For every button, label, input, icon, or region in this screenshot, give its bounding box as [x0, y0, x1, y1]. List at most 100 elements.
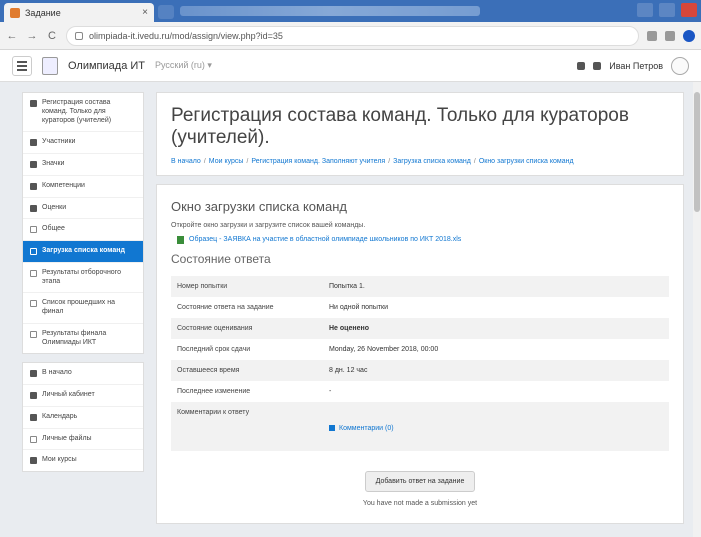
- sidebar-item-label: В начало: [42, 369, 72, 377]
- site-logo[interactable]: [42, 56, 58, 75]
- sidebar-item-my-courses[interactable]: Мои курсы: [23, 450, 143, 471]
- sidebar-item-dashboard[interactable]: Личный кабинет: [23, 385, 143, 407]
- extension-icon[interactable]: [665, 30, 675, 41]
- close-window-button[interactable]: [681, 3, 697, 17]
- table-row: Номер попытки Попытка 1.: [171, 275, 669, 297]
- sidebar-item-badges[interactable]: Значки: [23, 154, 143, 176]
- comments-toggle-icon: [329, 425, 335, 432]
- reload-button[interactable]: C: [46, 30, 58, 42]
- status-value: -: [329, 387, 332, 395]
- folder-icon: [30, 226, 37, 234]
- sidebar-item-label: Общее: [42, 225, 65, 233]
- sidebar-item-team-upload[interactable]: Загрузка списка команд: [23, 241, 143, 263]
- status-value: Не оценено: [323, 317, 669, 339]
- graduation-cap-icon: [30, 100, 37, 107]
- close-tab-icon[interactable]: ×: [142, 7, 148, 18]
- assignment-description: Откройте окно загрузки и загрузите списо…: [171, 221, 366, 229]
- check-icon: [30, 182, 37, 190]
- page-scrollbar[interactable]: [693, 82, 701, 537]
- sidebar-item-label: Регистрация состава команд. Только для к…: [42, 99, 112, 124]
- maximize-button[interactable]: [659, 3, 675, 17]
- table-row: Состояние оценивания Не оценено: [171, 317, 669, 339]
- sidebar-item-home[interactable]: В начало: [23, 363, 143, 385]
- submission-status-title: Состояние ответа: [171, 251, 271, 266]
- sidebar-item-qualifying-results[interactable]: Результаты отборочного этапа: [23, 263, 143, 294]
- sidebar-item-label: Участники: [42, 138, 76, 146]
- avatar[interactable]: [671, 56, 689, 75]
- status-key: Последнее изменение: [177, 387, 251, 395]
- user-name[interactable]: Иван Петров: [609, 61, 663, 71]
- breadcrumb-link[interactable]: Окно загрузки списка команд: [479, 158, 574, 165]
- sidebar-item-grades[interactable]: Оценки: [23, 198, 143, 220]
- comments-link[interactable]: Комментарии (0): [329, 409, 663, 444]
- status-key: Комментарии к ответу: [171, 401, 323, 451]
- status-key: Последний срок сдачи: [177, 345, 251, 353]
- sidebar-item-label: Личные файлы: [42, 434, 92, 442]
- sidebar: Регистрация состава команд. Только для к…: [22, 92, 144, 480]
- sidebar-item-label: Оценки: [42, 203, 67, 211]
- submission-actions: Добавить ответ на задание You have not m…: [171, 470, 669, 507]
- sidebar-item-course[interactable]: Регистрация состава команд. Только для к…: [23, 93, 143, 133]
- sidebar-item-private-files[interactable]: Личные файлы: [23, 429, 143, 451]
- breadcrumb-link[interactable]: Мои курсы: [209, 158, 244, 165]
- new-tab-button[interactable]: [158, 5, 174, 19]
- browser-tab-bar: Задание ×: [0, 0, 701, 22]
- table-row: Последний срок сдачи Monday, 26 November …: [171, 339, 669, 360]
- profile-icon[interactable]: [683, 29, 695, 42]
- navbar-user-area: Иван Петров: [577, 56, 689, 75]
- messages-icon[interactable]: [593, 61, 602, 70]
- breadcrumb-link[interactable]: В начало: [171, 158, 201, 165]
- submission-status-table: Номер попытки Попытка 1. Состояние ответа…: [171, 275, 669, 451]
- url-input[interactable]: olimpiada-it.ivedu.ru/mod/assign/view.ph…: [66, 25, 639, 46]
- site-name[interactable]: Олимпиада ИТ: [68, 60, 145, 72]
- sidebar-item-label: Календарь: [42, 412, 78, 420]
- attachment-filename: Образец - ЗАЯВКА на участие в областной …: [189, 236, 462, 244]
- favicon-icon: [10, 7, 20, 18]
- site-navbar: Олимпиада ИТ Русский (ru) ▾ Иван Петров: [0, 50, 701, 82]
- status-value: Monday, 26 November 2018, 00:00: [329, 345, 439, 353]
- sidebar-item-competencies[interactable]: Компетенции: [23, 176, 143, 198]
- table-row: Последнее изменение -: [171, 381, 669, 402]
- bookmark-star-icon[interactable]: [647, 30, 657, 41]
- folder-icon: [30, 248, 37, 255]
- attachment-link[interactable]: Образец - ЗАЯВКА на участие в областной …: [171, 235, 669, 244]
- dashboard-icon: [30, 392, 37, 399]
- sidebar-item-label: Список прошедших на финал: [42, 299, 115, 315]
- main-region: Регистрация состава команд. Только для к…: [156, 92, 684, 524]
- sidebar-item-finalists[interactable]: Список прошедших на финал: [23, 293, 143, 324]
- sidebar-item-calendar[interactable]: Календарь: [23, 407, 143, 429]
- breadcrumb-link[interactable]: Загрузка списка команд: [393, 158, 471, 165]
- status-key: Состояние оценивания: [171, 317, 323, 339]
- sidebar-item-label: Мои курсы: [42, 456, 77, 464]
- submission-note: You have not made a submission yet: [362, 499, 478, 507]
- browser-tab-title: Задание: [25, 7, 61, 18]
- forward-button[interactable]: →: [26, 30, 38, 42]
- language-menu[interactable]: Русский (ru) ▾: [155, 60, 212, 71]
- breadcrumb-link[interactable]: Регистрация команд. Заполняют учителя: [251, 158, 385, 165]
- browser-toolbar-right: [647, 29, 695, 42]
- status-key: Номер попытки: [171, 275, 323, 297]
- spreadsheet-file-icon: [177, 235, 184, 244]
- file-icon: [30, 435, 37, 443]
- sidebar-item-general[interactable]: Общее: [23, 219, 143, 241]
- page-header: Регистрация состава команд. Только для к…: [156, 92, 684, 176]
- folder-icon: [30, 300, 37, 308]
- sidebar-item-final-results[interactable]: Результаты финала Олимпиады ИКТ: [23, 324, 143, 354]
- users-icon: [30, 139, 37, 147]
- address-bar: ← → C olimpiada-it.ivedu.ru/mod/assign/v…: [0, 22, 701, 50]
- minimize-button[interactable]: [637, 3, 653, 17]
- scrollbar-thumb[interactable]: [694, 92, 700, 212]
- status-value-cell: Комментарии (0): [323, 401, 669, 451]
- menu-toggle-button[interactable]: [12, 55, 32, 76]
- sidebar-item-participants[interactable]: Участники: [23, 132, 143, 154]
- calendar-icon: [30, 413, 37, 421]
- assignment-content: Окно загрузки списка команд Откройте окн…: [156, 183, 684, 524]
- browser-tab[interactable]: Задание ×: [4, 3, 154, 22]
- status-value: 8 дн. 12 час: [323, 359, 669, 381]
- notifications-icon[interactable]: [577, 61, 586, 70]
- back-button[interactable]: ←: [6, 30, 18, 42]
- sidebar-item-label: Личный кабинет: [42, 391, 95, 398]
- add-submission-button[interactable]: Добавить ответ на задание: [364, 470, 476, 492]
- sidebar-item-label: Загрузка списка команд: [42, 247, 125, 254]
- site-info-icon[interactable]: [75, 31, 83, 40]
